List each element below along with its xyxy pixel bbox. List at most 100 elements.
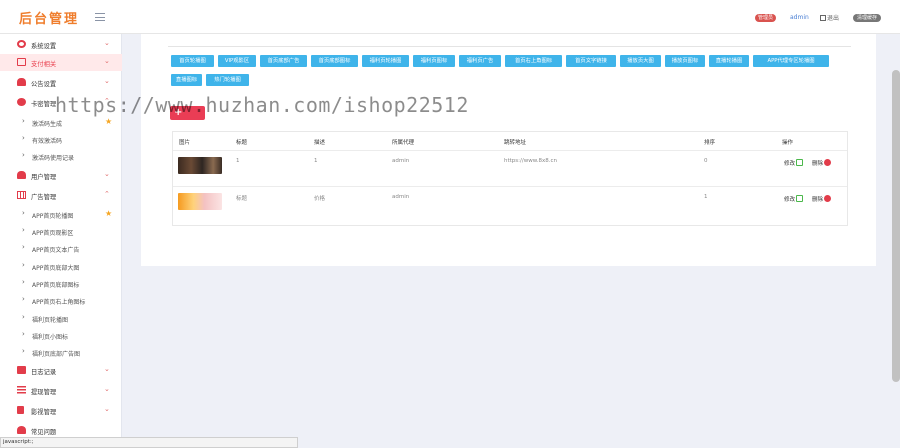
tab-home-bottom-ad[interactable]: 首页底部广告 — [260, 55, 307, 67]
delete-button[interactable]: 删除 — [812, 159, 832, 167]
table-row: 1 1 admin https://www.8x8.cn 0 修改 删除 — [173, 150, 847, 180]
sidebar-item-app-home-corner-icon[interactable]: › APP首页右上角图标 — [0, 292, 122, 309]
chevron-up-icon: ⌃ — [104, 190, 110, 198]
cell-title: 1 — [236, 158, 240, 164]
tab-agent-carousel[interactable]: APP代理专区轮播图 — [753, 55, 829, 67]
tab-home-bottom-icon[interactable]: 首页底部图标 — [311, 55, 358, 67]
tab-welfare-icon[interactable]: 福利页图标 — [413, 55, 455, 67]
sidebar-item-app-home-bottom-icon[interactable]: › APP首页底部图标 — [0, 275, 122, 292]
sidebar-item-app-home-carousel[interactable]: › APP首页轮播图 ★ — [0, 206, 122, 223]
chevron-right-icon: › — [22, 209, 25, 217]
app-logo[interactable]: 后台管理 — [19, 8, 79, 27]
chevron-down-icon: ⌄ — [104, 77, 110, 85]
sidebar-item-logs[interactable]: 日志记录 ⌄ — [0, 362, 122, 379]
chevron-down-icon: ⌄ — [104, 405, 110, 413]
sidebar-item-users[interactable]: 用户管理 ⌄ — [0, 167, 122, 184]
chevron-right-icon: › — [22, 295, 25, 303]
sidebar-item-ads[interactable]: 广告管理 ⌃ — [0, 187, 122, 204]
chevron-right-icon: › — [22, 330, 25, 338]
role-badge: 管理员 — [755, 14, 777, 22]
sidebar-item-code-usage[interactable]: › 激活码使用记录 — [0, 148, 122, 165]
sidebar-item-system-settings[interactable]: 系统设置 ⌄ — [0, 36, 122, 53]
tab-player-big-image[interactable]: 播放页大图 — [620, 55, 661, 67]
sidebar-item-announcement[interactable]: 公告设置 ⌄ — [0, 74, 122, 91]
gear-icon — [17, 40, 26, 48]
tab-welfare-ad[interactable]: 福利页广告 — [459, 55, 501, 67]
tab-home-carousel[interactable]: 首页轮播图 — [171, 55, 214, 67]
sidebar-item-app-home-text-ad[interactable]: › APP首页文本广告 — [0, 240, 122, 257]
edit-icon — [796, 195, 804, 202]
sidebar-item-movies[interactable]: 影视管理 ⌄ — [0, 402, 122, 419]
ad-thumbnail — [178, 157, 222, 174]
cell-desc: 价格 — [314, 196, 326, 202]
delete-icon — [824, 159, 832, 166]
col-header-sort: 排序 — [704, 140, 716, 146]
delete-icon — [824, 195, 832, 202]
chevron-right-icon: › — [22, 261, 25, 269]
tab-home-corner-icon[interactable]: 首页右上角图标 — [505, 55, 562, 67]
watermark-text: https://www.huzhan.com/ishop22512 — [55, 93, 469, 117]
chevron-right-icon: › — [22, 347, 25, 355]
col-header-title: 标题 — [236, 140, 248, 146]
grid-icon — [17, 191, 26, 199]
divider — [168, 46, 851, 47]
sidebar-item-payment[interactable]: 支付相关 ⌄ — [0, 54, 122, 71]
chevron-down-icon: ⌄ — [104, 39, 110, 47]
sidebar-item-withdrawals[interactable]: 提现管理 ⌄ — [0, 382, 122, 399]
cell-sort: 1 — [704, 194, 708, 200]
logout-icon — [820, 15, 826, 21]
clear-cache-button[interactable]: 清理缓存 — [853, 14, 882, 22]
col-header-url: 跳转地址 — [504, 140, 527, 146]
edit-button[interactable]: 修改 — [784, 159, 804, 167]
video-icon — [17, 406, 24, 414]
tab-vip-area[interactable]: VIP观影区 — [218, 55, 256, 67]
tab-home-text-link[interactable]: 首页文字链接 — [566, 55, 616, 67]
page-scrollbar[interactable] — [892, 70, 900, 382]
globe-icon — [17, 98, 26, 106]
list-icon — [17, 386, 26, 394]
tab-player-icon[interactable]: 播放页图标 — [665, 55, 705, 67]
tab-live-carousel[interactable]: 直播轮播图 — [709, 55, 749, 67]
star-icon[interactable]: ★ — [105, 117, 112, 126]
sidebar-item-valid-codes[interactable]: › 有效激活码 — [0, 131, 122, 148]
cell-sort: 0 — [704, 158, 708, 164]
sidebar-item-app-home-bottom-image[interactable]: › APP首页底部大图 — [0, 258, 122, 275]
edit-button[interactable]: 修改 — [784, 195, 804, 203]
tab-welfare-carousel[interactable]: 福利页轮播图 — [362, 55, 409, 67]
chevron-down-icon: ⌄ — [104, 385, 110, 393]
cell-desc: 1 — [314, 158, 318, 164]
logout-label: 退出 — [827, 15, 840, 22]
logout-button[interactable]: 退出 — [820, 13, 839, 22]
chevron-down-icon: ⌄ — [104, 365, 110, 373]
bell-icon — [17, 78, 26, 86]
chevron-down-icon: ⌄ — [104, 57, 110, 65]
cell-agent: admin — [392, 194, 410, 200]
chevron-right-icon: › — [22, 151, 25, 159]
chevron-right-icon: › — [22, 226, 25, 234]
tab-live-icon[interactable]: 直播图标 — [171, 74, 202, 86]
col-header-desc: 描述 — [314, 140, 326, 146]
sidebar-item-welfare-bottom-ad[interactable]: › 福利页底部广告图 — [0, 344, 122, 361]
sidebar-item-welfare-small-icon[interactable]: › 福利页小图标 — [0, 327, 122, 344]
cell-url: https://www.8x8.cn — [504, 158, 557, 164]
chevron-right-icon: › — [22, 243, 25, 251]
menu-toggle-icon[interactable] — [95, 13, 105, 21]
user-name-link[interactable]: admin — [790, 14, 809, 21]
browser-status-bar: javascript:; — [0, 437, 298, 448]
chevron-down-icon: ⌄ — [104, 170, 110, 178]
delete-button[interactable]: 删除 — [812, 195, 832, 203]
sidebar-item-welfare-carousel[interactable]: › 福利页轮播图 — [0, 310, 122, 327]
cell-title: 标题 — [236, 196, 248, 202]
chevron-right-icon: › — [22, 278, 25, 286]
sidebar-item-app-home-viewing[interactable]: › APP首页观影区 — [0, 223, 122, 240]
star-icon[interactable]: ★ — [105, 209, 112, 218]
table-row: 标题 价格 admin 1 修改 删除 — [173, 186, 847, 216]
chevron-right-icon: › — [22, 117, 25, 125]
col-header-actions: 操作 — [782, 140, 794, 146]
ad-thumbnail — [178, 193, 222, 210]
cell-agent: admin — [392, 158, 410, 164]
chevron-right-icon: › — [22, 313, 25, 321]
tab-hot-carousel[interactable]: 热门轮播图 — [206, 74, 249, 86]
col-header-agent: 所属代理 — [392, 140, 415, 146]
main-panel: 首页轮播图 VIP观影区 首页底部广告 首页底部图标 福利页轮播图 福利页图标 … — [141, 34, 876, 266]
